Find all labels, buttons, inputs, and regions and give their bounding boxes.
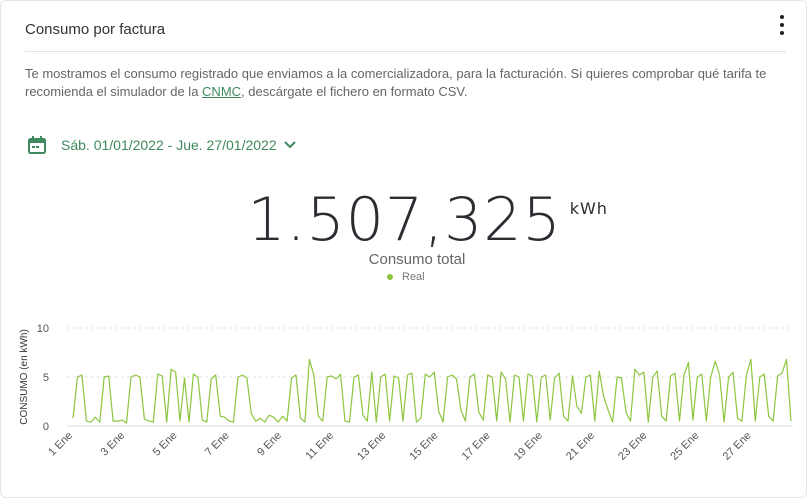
cnmc-link[interactable]: CNMC: [202, 84, 241, 99]
total-value: 1.507,325: [247, 185, 562, 255]
date-range-selector[interactable]: Sáb. 01/01/2022 - Jue. 27/01/2022: [27, 135, 311, 155]
x-tick-label: 15 Ene: [407, 430, 440, 463]
x-tick-label: 1 Ene: [46, 430, 75, 459]
x-tick-label: 21 Ene: [564, 430, 597, 463]
y-tick-label: 5: [43, 372, 49, 384]
x-tick-label: 27 Ene: [721, 430, 754, 463]
total-unit: kWh: [569, 199, 608, 218]
date-range-label: Sáb. 01/01/2022 - Jue. 27/01/2022: [61, 137, 277, 153]
card-title: Consumo por factura: [25, 21, 166, 38]
description: Te mostramos el consumo registrado que e…: [25, 65, 785, 101]
legend-label: Real: [402, 271, 425, 283]
series-line-real: [72, 358, 792, 424]
x-tick-label: 13 Ene: [355, 430, 388, 463]
total-consumption: 1.507,325 kWh: [1, 185, 807, 255]
more-options-button[interactable]: [776, 15, 788, 35]
chevron-down-icon: [283, 141, 296, 149]
header-divider: [25, 51, 786, 52]
x-tick-label: 5 Ene: [151, 430, 180, 459]
chart-legend: Real: [387, 271, 425, 283]
x-tick-label: 17 Ene: [460, 430, 493, 463]
x-tick-label: 19 Ene: [512, 430, 545, 463]
x-tick-label: 11 Ene: [304, 430, 337, 463]
description-text-end: , descárgate el fichero en formato CSV.: [241, 84, 468, 99]
x-tick-label: 9 Ene: [255, 430, 284, 459]
consumption-chart: 0 5 10 CONSUMO (en kWh) 1 Ene 3 Ene 5 Ene 7 Ene…: [19, 323, 793, 463]
consumption-card: Consumo por factura Te mostramos el cons…: [0, 0, 807, 498]
total-label: Consumo total: [368, 251, 466, 268]
calendar-icon: [28, 136, 46, 154]
y-tick-label: 10: [37, 323, 49, 335]
x-tick-label: 3 Ene: [99, 430, 128, 459]
y-tick-label: 0: [43, 421, 49, 433]
x-tick-label: 23 Ene: [616, 430, 649, 463]
legend-dot: [387, 274, 393, 280]
y-axis-label: CONSUMO (en kWh): [19, 329, 30, 425]
more-vertical-icon: [780, 15, 784, 19]
x-tick-label: 25 Ene: [668, 430, 701, 463]
x-tick-label: 7 Ene: [203, 430, 232, 459]
